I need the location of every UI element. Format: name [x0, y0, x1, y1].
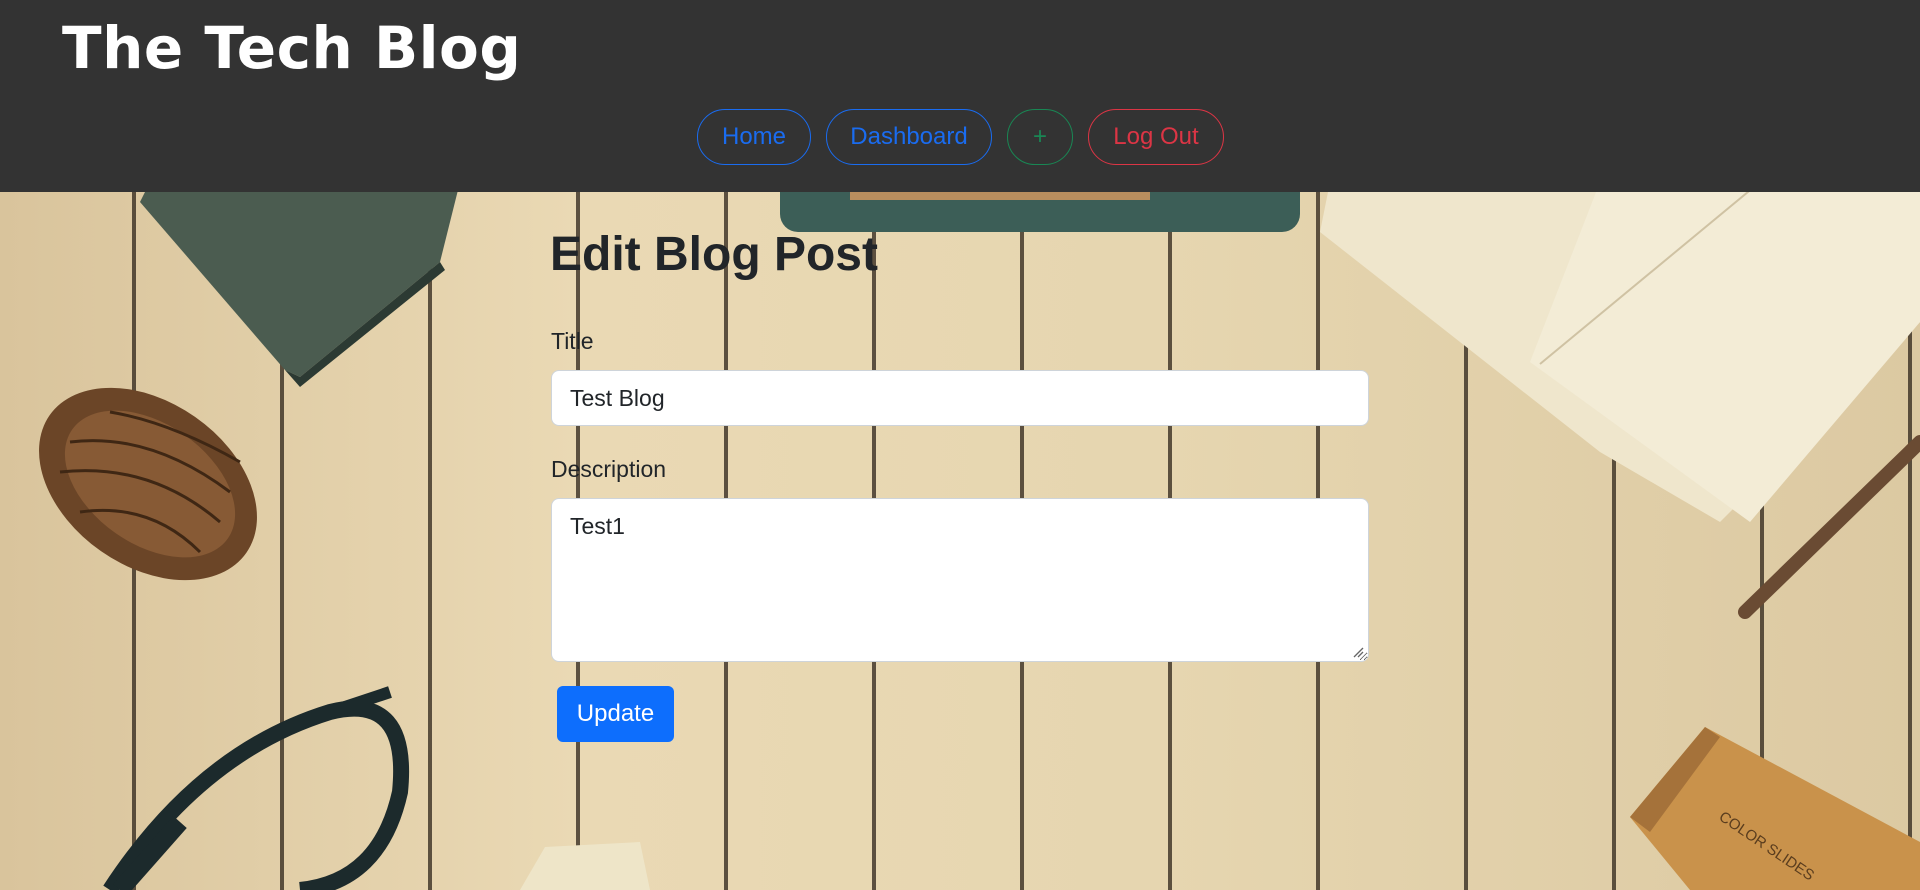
pinecone-illustration: [39, 387, 257, 581]
title-label: Title: [551, 328, 594, 354]
book-illustration: [140, 192, 458, 387]
logout-button[interactable]: Log Out: [1088, 109, 1224, 165]
notebook-illustration: [1320, 192, 1920, 522]
update-button[interactable]: Update: [557, 686, 674, 742]
description-label: Description: [551, 456, 667, 482]
page-title: Edit Blog Post: [550, 228, 878, 281]
slide-box-illustration: COLOR SLIDES: [1630, 727, 1920, 890]
new-post-button[interactable]: +: [1007, 109, 1073, 165]
paper-illustration: [520, 842, 650, 890]
title-input[interactable]: [551, 370, 1369, 426]
home-button[interactable]: Home: [697, 109, 811, 165]
eyeglasses-illustration: [103, 686, 410, 890]
main-nav: Home Dashboard + Log Out: [697, 109, 1224, 165]
site-header: The Tech Blog Home Dashboard + Log Out: [0, 0, 1920, 192]
description-textarea[interactable]: Test1: [551, 498, 1369, 662]
site-title[interactable]: The Tech Blog: [62, 14, 521, 82]
dashboard-button[interactable]: Dashboard: [826, 109, 992, 165]
resize-handle-icon[interactable]: [1353, 647, 1364, 658]
tray-illustration: [780, 192, 1300, 232]
